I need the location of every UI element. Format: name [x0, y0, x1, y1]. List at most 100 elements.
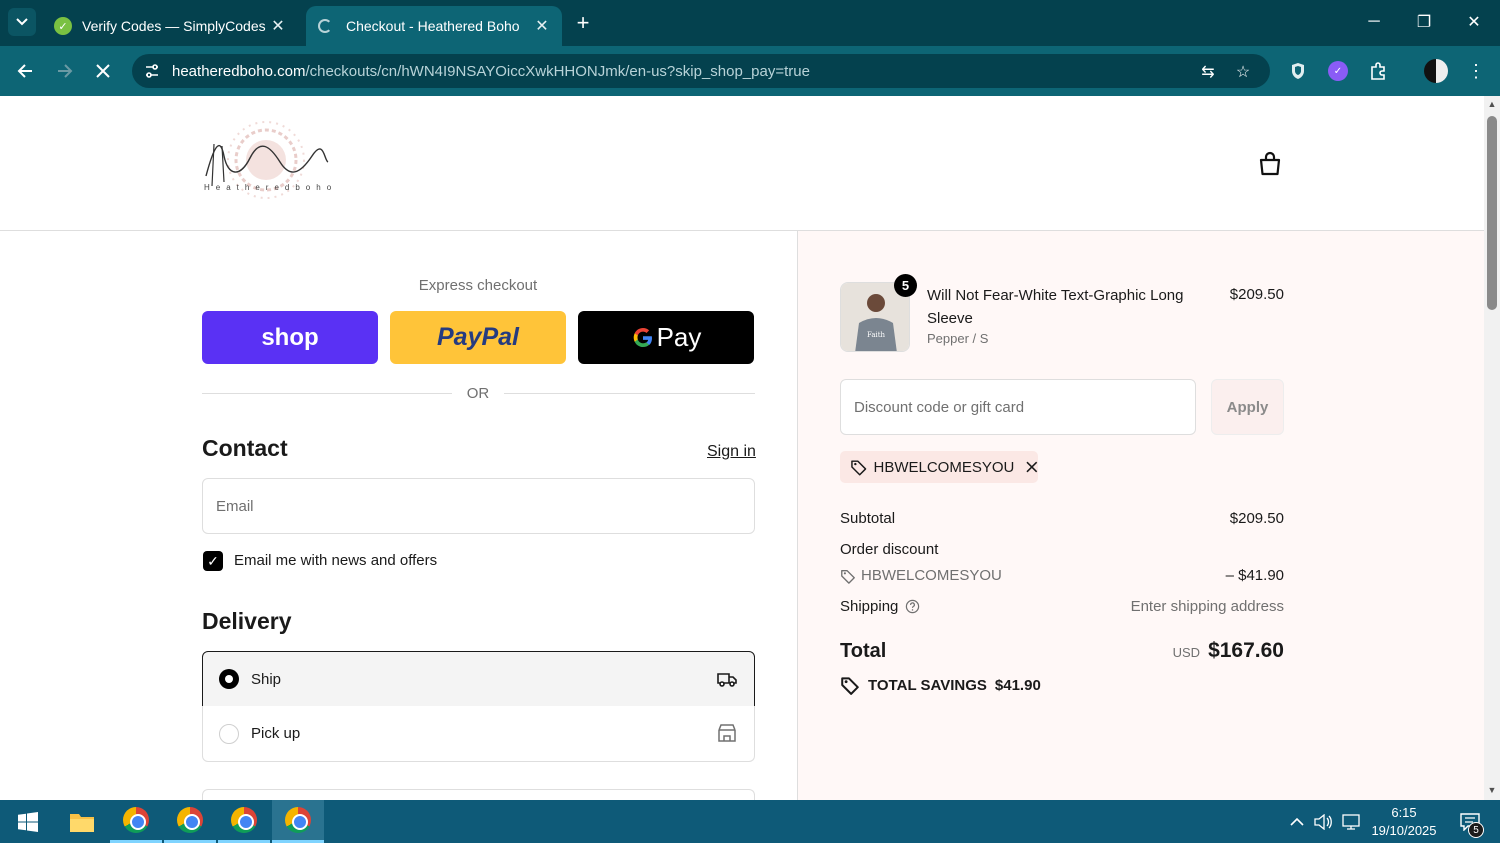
chrome-app-1[interactable]	[110, 800, 162, 843]
news-offers-checkbox[interactable]: ✓	[203, 551, 223, 571]
chrome-app-2[interactable]	[164, 800, 216, 843]
tab-verify-codes[interactable]: ✓ Verify Codes — SimplyCodes ✕	[42, 6, 298, 46]
total-value: $167.60	[1208, 639, 1284, 662]
contact-heading: Contact	[202, 435, 288, 461]
paypal-label: PayPal	[436, 323, 519, 351]
quantity-badge: 5	[894, 274, 917, 297]
tag-icon	[841, 569, 855, 584]
close-tab-icon[interactable]: ✕	[270, 16, 286, 36]
email-input[interactable]: Email	[202, 478, 755, 534]
heathered-boho-logo[interactable]	[200, 116, 332, 208]
product-name: Will Not Fear-White Text-Graphic Long Sl…	[927, 287, 1184, 327]
delivery-option-pickup[interactable]: Pick up	[202, 706, 755, 762]
simplycodes-favicon-icon: ✓	[54, 17, 72, 35]
notification-count: 5	[1468, 822, 1484, 838]
chevron-down-icon	[16, 18, 28, 26]
file-explorer-app[interactable]	[56, 800, 108, 843]
remove-discount-icon[interactable]	[1026, 461, 1038, 473]
show-hidden-icons[interactable]	[1290, 800, 1304, 843]
volume-icon[interactable]	[1314, 800, 1332, 843]
scroll-down-arrow-icon[interactable]: ▼	[1487, 785, 1497, 795]
discount-code-label: HBWELCOMESYOU	[861, 567, 1002, 584]
ship-radio[interactable]	[219, 669, 239, 689]
chevron-up-icon	[1290, 817, 1304, 826]
tab-checkout[interactable]: Checkout - Heathered Boho ✕	[306, 6, 562, 46]
chrome-app-4[interactable]	[272, 800, 324, 843]
folder-icon	[70, 813, 94, 832]
order-discount-label: Order discount	[840, 541, 939, 558]
translate-icon[interactable]: ⇆	[1198, 62, 1218, 81]
page-scrollbar[interactable]: ▲ ▼	[1484, 96, 1500, 800]
new-tab-button[interactable]: +	[570, 10, 596, 36]
total-label: Total	[840, 639, 887, 662]
delivery-option-ship[interactable]: Ship	[202, 651, 755, 707]
store-icon	[718, 724, 736, 742]
start-button[interactable]	[2, 800, 54, 843]
product-price: $209.50	[1229, 286, 1284, 303]
tag-icon	[851, 460, 867, 476]
store-header: Heatheredboho	[0, 96, 1484, 231]
subtotal-value: $209.50	[1229, 510, 1284, 527]
address-bar[interactable]: heatheredboho.com/checkouts/cn/hWN4I9NSA…	[132, 54, 1270, 88]
total-row: Total USD $167.60	[840, 639, 1284, 663]
shopping-bag-icon[interactable]	[1256, 150, 1284, 178]
pickup-radio[interactable]	[219, 723, 239, 744]
news-offers-label[interactable]: Email me with news and offers	[234, 552, 437, 569]
close-window-button[interactable]: ✕	[1459, 8, 1489, 36]
windows-logo-icon	[18, 811, 38, 832]
close-tab-icon[interactable]: ✕	[534, 16, 550, 36]
paypal-button[interactable]: PayPal	[390, 311, 566, 364]
loading-favicon-icon	[318, 19, 332, 33]
stop-loading-button[interactable]	[88, 56, 118, 86]
extensions-puzzle-icon[interactable]	[1366, 59, 1390, 83]
chrome-app-3[interactable]	[218, 800, 270, 843]
restore-button[interactable]: ❐	[1409, 8, 1439, 36]
checkmark-icon: ✓	[207, 552, 219, 569]
product-variant: Pepper / S	[927, 331, 989, 346]
tab-title: Verify Codes — SimplyCodes	[82, 18, 266, 34]
browser-menu-icon[interactable]: ⋮	[1464, 59, 1488, 83]
chrome-icon	[231, 807, 257, 833]
checkout-form: Express checkout shop PayPal Pay OR Cont…	[0, 231, 797, 800]
tag-icon	[841, 677, 859, 695]
minimize-button[interactable]: ─	[1359, 8, 1389, 36]
chrome-icon	[177, 807, 203, 833]
truck-icon	[717, 673, 737, 687]
currency-code: USD	[1172, 645, 1201, 660]
network-icon[interactable]	[1342, 800, 1362, 843]
back-button[interactable]	[10, 56, 40, 86]
savings-label: TOTAL SAVINGS	[868, 676, 987, 694]
google-pay-button[interactable]: Pay	[578, 311, 754, 364]
scroll-up-arrow-icon[interactable]: ▲	[1487, 99, 1497, 109]
shipping-row: Shipping Enter shipping address	[840, 598, 1284, 615]
discount-code-input[interactable]: Discount code or gift card	[840, 379, 1196, 435]
clock[interactable]: 6:15 19/10/2025	[1370, 800, 1438, 843]
bookmark-star-icon[interactable]: ☆	[1233, 62, 1253, 81]
discount-placeholder: Discount code or gift card	[854, 398, 1025, 416]
shipping-value: Enter shipping address	[1130, 598, 1284, 615]
scrollbar-thumb[interactable]	[1487, 116, 1497, 310]
shop-pay-button[interactable]: shop	[202, 311, 378, 364]
coupon-extension-icon[interactable]: ✓	[1326, 59, 1350, 83]
thumb-text: Faith	[867, 331, 886, 339]
browser-toolbar: heatheredboho.com/checkouts/cn/hWN4I9NSA…	[0, 46, 1500, 96]
tab-search-button[interactable]	[8, 8, 36, 36]
total-savings: TOTAL SAVINGS $41.90	[840, 675, 1041, 695]
email-placeholder: Email	[216, 497, 254, 515]
order-discount-row: Order discount	[840, 541, 1284, 558]
shield-extension-icon[interactable]	[1286, 59, 1310, 83]
chrome-icon	[123, 807, 149, 833]
checkout-page: Heatheredboho Express checkout shop PayP…	[0, 96, 1484, 800]
applied-code: HBWELCOMESYOU	[873, 458, 1015, 476]
help-circle-icon[interactable]	[905, 599, 920, 614]
discount-code-row: HBWELCOMESYOU – $41.90	[840, 567, 1284, 584]
profile-avatar[interactable]	[1424, 59, 1448, 83]
tab-bar: ✓ Verify Codes — SimplyCodes ✕ Checkout …	[0, 0, 1500, 46]
site-info-icon[interactable]	[144, 63, 160, 79]
sign-in-link[interactable]: Sign in	[707, 443, 756, 461]
apply-discount-button[interactable]: Apply	[1211, 379, 1284, 435]
close-icon	[96, 64, 110, 78]
chrome-icon	[285, 807, 311, 833]
forward-button[interactable]	[50, 56, 80, 86]
notifications-button[interactable]: 5	[1452, 800, 1488, 843]
